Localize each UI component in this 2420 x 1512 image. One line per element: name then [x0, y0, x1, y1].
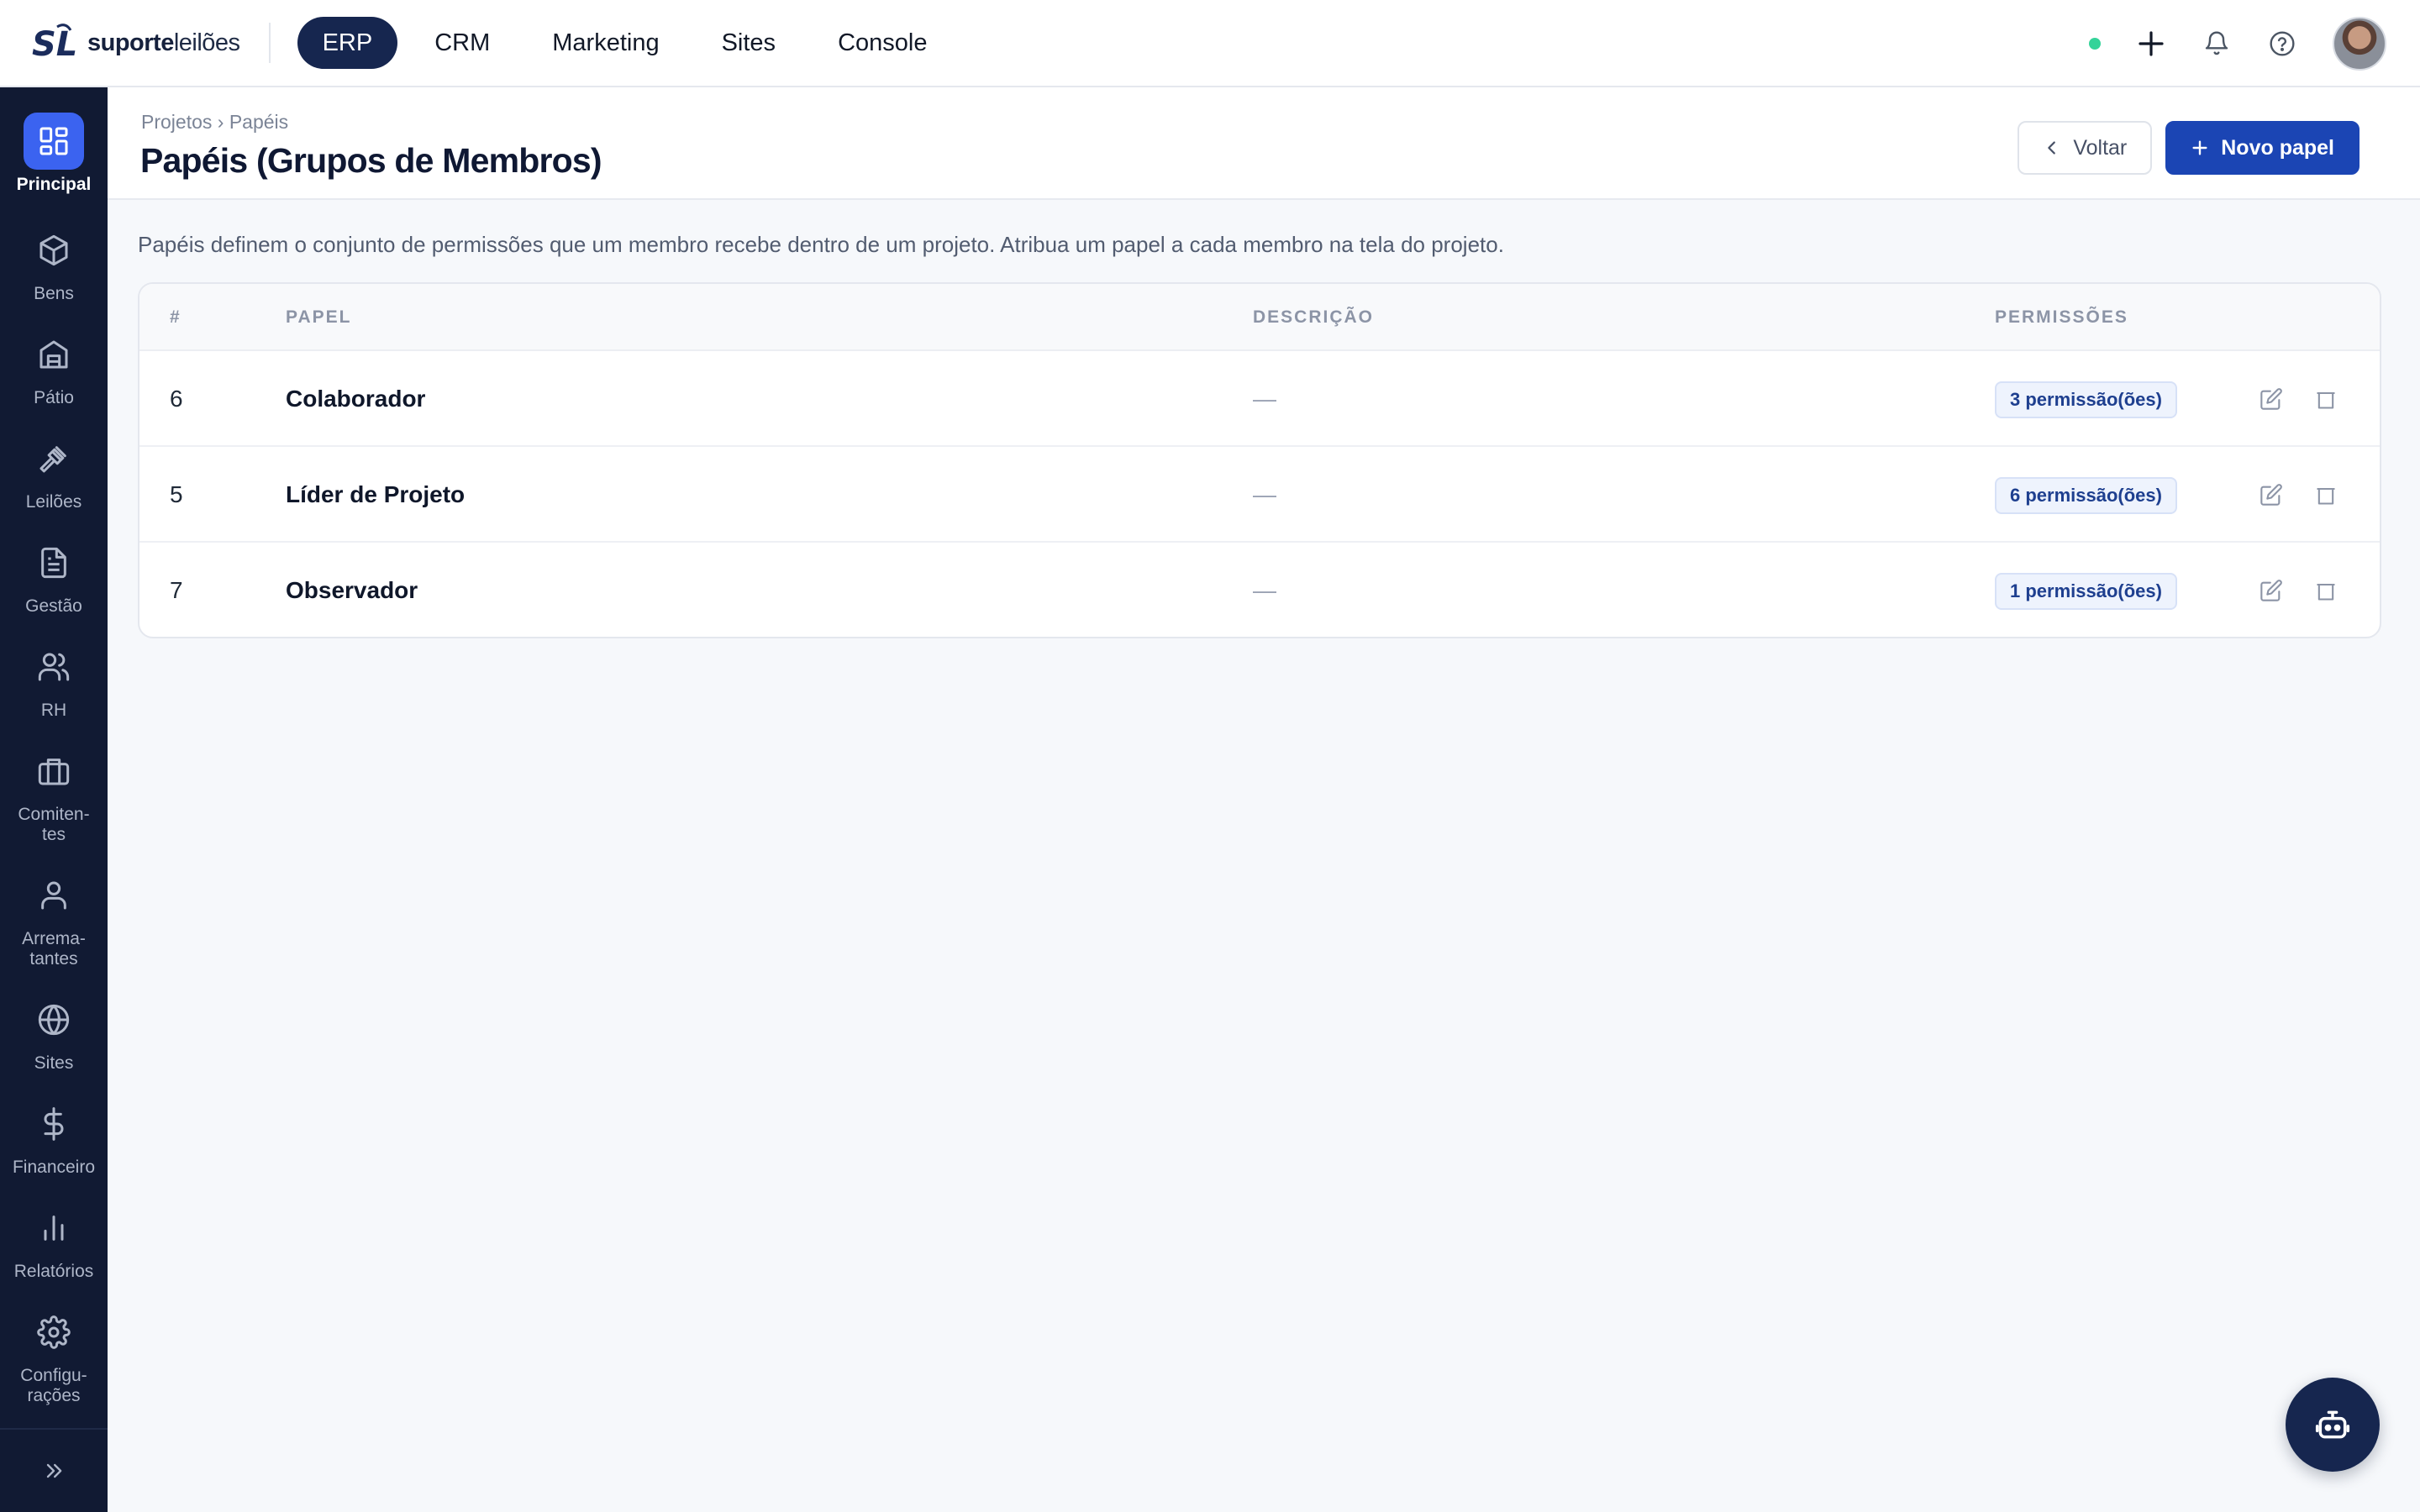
- user-avatar[interactable]: [2333, 17, 2386, 71]
- role-description: —: [1253, 577, 1276, 603]
- briefcase-icon: [24, 743, 84, 800]
- column-header-permissions: PERMISSÕES: [1995, 307, 2128, 327]
- sidebar: Principal Bens Pátio Leilões Gestão RH C…: [0, 87, 108, 1512]
- sidebar-item-configuracoes[interactable]: Configu- rações: [0, 1304, 108, 1406]
- top-nav-crm[interactable]: CRM: [409, 17, 515, 69]
- sidebar-item-principal[interactable]: Principal: [0, 113, 108, 195]
- box-icon: [24, 222, 84, 279]
- brand-logo[interactable]: SL suporteleilões: [32, 0, 240, 87]
- table-row[interactable]: 7 Observador — 1 permissão(ões): [139, 543, 2380, 637]
- bell-icon[interactable]: [2202, 29, 2232, 59]
- sidebar-item-label: Pátio: [34, 388, 74, 407]
- svg-text:SL: SL: [32, 25, 77, 64]
- permissions-badge: 3 permissão(ões): [1995, 381, 2177, 418]
- sidebar-item-financeiro[interactable]: Financeiro: [0, 1095, 108, 1178]
- role-description: —: [1253, 481, 1276, 507]
- back-button-label: Voltar: [2073, 135, 2128, 160]
- role-id: 5: [170, 481, 183, 507]
- sidebar-item-bens[interactable]: Bens: [0, 222, 108, 304]
- sidebar-expand-button[interactable]: [0, 1428, 108, 1512]
- gavel-icon: [24, 430, 84, 487]
- top-nav-erp[interactable]: ERP: [297, 17, 398, 69]
- sidebar-item-comitentes[interactable]: Comiten- tes: [0, 743, 108, 845]
- dollar-icon: [24, 1095, 84, 1152]
- back-button[interactable]: Voltar: [2018, 121, 2153, 175]
- table-header: # PAPEL DESCRIÇÃO PERMISSÕES: [139, 284, 2380, 351]
- divider: [268, 23, 271, 63]
- sidebar-item-patio[interactable]: Pátio: [0, 326, 108, 408]
- page-header: Projetos › Papéis Papéis (Grupos de Memb…: [108, 87, 2420, 200]
- top-nav-sites[interactable]: Sites: [697, 17, 801, 69]
- chevron-left-icon: [2048, 141, 2056, 155]
- sidebar-item-label: Financeiro: [12, 1158, 96, 1177]
- logo-mark-icon: SL: [32, 24, 77, 64]
- roles-table: # PAPEL DESCRIÇÃO PERMISSÕES 6 Colaborad…: [138, 282, 2381, 638]
- trash-icon[interactable]: [2313, 578, 2338, 603]
- brand-name: suporteleilões: [87, 29, 240, 56]
- role-id: 6: [170, 386, 183, 412]
- sidebar-item-arrematantes[interactable]: Arrema- tantes: [0, 867, 108, 969]
- top-nav-console[interactable]: Console: [813, 17, 952, 69]
- sidebar-item-label: RH: [40, 701, 67, 720]
- bar-chart-icon: [24, 1200, 84, 1257]
- gear-icon: [24, 1304, 84, 1361]
- sidebar-item-label: Bens: [34, 284, 74, 303]
- top-bar: SL suporteleilões ERP CRM Marketing Site…: [0, 0, 2420, 87]
- trash-icon[interactable]: [2313, 482, 2338, 507]
- role-name: Líder de Projeto: [286, 481, 466, 507]
- warehouse-icon: [24, 326, 84, 383]
- user-icon: [24, 867, 84, 924]
- online-status-indicator: [2089, 38, 2101, 50]
- sidebar-item-label: Sites: [34, 1053, 74, 1073]
- top-nav: ERP CRM Marketing Sites Console: [297, 17, 953, 69]
- role-name: Observador: [286, 577, 418, 603]
- sidebar-item-label: Principal: [16, 175, 92, 194]
- help-icon[interactable]: [2267, 29, 2297, 59]
- edit-icon[interactable]: [2259, 578, 2284, 603]
- robot-icon: [2315, 1410, 2350, 1439]
- sidebar-item-label: Relatórios: [13, 1262, 94, 1281]
- intro-text: Papéis definem o conjunto de permissões …: [138, 232, 1504, 257]
- top-nav-marketing[interactable]: Marketing: [527, 17, 684, 69]
- dashboard-icon: [24, 113, 84, 170]
- users-icon: [24, 638, 84, 696]
- new-role-button-label: Novo papel: [2221, 135, 2334, 160]
- column-header-role: PAPEL: [286, 307, 352, 327]
- sidebar-item-label: Configu- rações: [20, 1366, 87, 1405]
- chevrons-right-icon: [46, 1463, 62, 1478]
- sidebar-item-label: Arrema- tantes: [22, 929, 86, 969]
- document-icon: [24, 534, 84, 591]
- sidebar-item-label: Comiten- tes: [18, 805, 90, 844]
- plus-icon: [2192, 140, 2207, 155]
- role-id: 7: [170, 577, 183, 603]
- top-actions: [2089, 0, 2386, 87]
- plus-icon[interactable]: [2136, 29, 2166, 59]
- new-role-button[interactable]: Novo papel: [2165, 121, 2360, 175]
- sidebar-item-rh[interactable]: RH: [0, 638, 108, 721]
- sidebar-item-gestao[interactable]: Gestão: [0, 534, 108, 617]
- column-header-id: #: [170, 307, 182, 327]
- breadcrumb[interactable]: Projetos › Papéis: [141, 111, 288, 134]
- permissions-badge: 6 permissão(ões): [1995, 477, 2177, 514]
- page-title: Papéis (Grupos de Membros): [140, 141, 602, 180]
- edit-icon[interactable]: [2259, 386, 2284, 412]
- assistant-button[interactable]: [2286, 1378, 2380, 1472]
- edit-icon[interactable]: [2259, 482, 2284, 507]
- role-description: —: [1253, 386, 1276, 412]
- table-row[interactable]: 6 Colaborador — 3 permissão(ões): [139, 351, 2380, 447]
- permissions-badge: 1 permissão(ões): [1995, 573, 2177, 610]
- header-actions: Voltar Novo papel: [2018, 121, 2360, 175]
- sidebar-item-relatorios[interactable]: Relatórios: [0, 1200, 108, 1282]
- trash-icon[interactable]: [2313, 386, 2338, 412]
- sidebar-item-label: Gestão: [25, 596, 82, 616]
- sidebar-item-leiloes[interactable]: Leilões: [0, 430, 108, 512]
- column-header-description: DESCRIÇÃO: [1253, 307, 1375, 327]
- role-name: Colaborador: [286, 386, 426, 412]
- sidebar-item-sites[interactable]: Sites: [0, 991, 108, 1074]
- globe-icon: [24, 991, 84, 1048]
- table-row[interactable]: 5 Líder de Projeto — 6 permissão(ões): [139, 447, 2380, 543]
- sidebar-item-label: Leilões: [25, 492, 82, 512]
